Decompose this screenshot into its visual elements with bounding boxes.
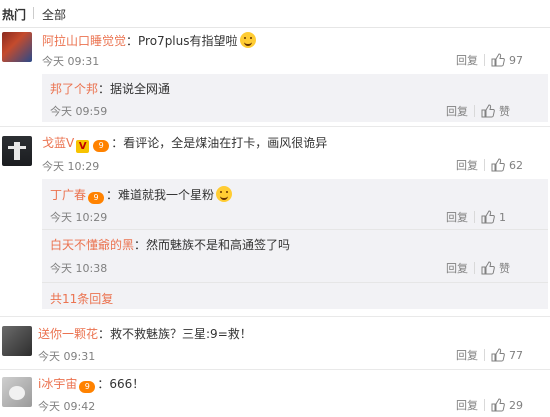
thumbs-up-icon[interactable] <box>481 261 495 275</box>
reply-time: 今天 10:38 <box>50 262 108 275</box>
tab-divider <box>33 7 34 19</box>
reply-divider <box>42 282 548 283</box>
comment-actions: 回复 29 <box>456 397 523 413</box>
reply-button[interactable]: 回复 <box>456 52 478 68</box>
fan-badge: 9 <box>93 140 110 152</box>
action-divider <box>474 105 475 117</box>
comment-username[interactable]: 送你一颗花 <box>38 327 98 341</box>
thumbs-up-icon[interactable] <box>491 53 505 67</box>
like-count[interactable]: 62 <box>509 159 523 172</box>
fan-badge: 9 <box>79 381 96 393</box>
comment-text: ：看评论，全是煤油在打卡，画风很诡异 <box>111 136 328 150</box>
action-divider <box>484 54 485 66</box>
reply-button[interactable]: 回复 <box>456 347 478 363</box>
reply-line: 白天不懂爺的黑：然而魅族不是和高通签了吗 <box>50 237 290 253</box>
action-divider <box>474 211 475 223</box>
reply-button[interactable]: 回复 <box>446 103 468 119</box>
reply-actions: 回复 1 <box>446 209 506 225</box>
reply-button[interactable]: 回复 <box>446 209 468 225</box>
thumbs-up-icon[interactable] <box>491 398 505 412</box>
reply-text: ：难道就我一个星粉 <box>106 188 215 202</box>
comment-time: 今天 09:42 <box>38 400 96 413</box>
reply-time: 今天 10:29 <box>50 211 108 224</box>
tab-hot[interactable]: 热门 <box>2 6 26 23</box>
comment-line: 送你一颗花：救不救魅族？三星:9=救！ <box>38 326 252 342</box>
action-divider <box>484 399 485 411</box>
tab-all[interactable]: 全部 <box>42 6 66 23</box>
like-label[interactable]: 赞 <box>499 260 510 276</box>
reply-text: ：据说全网通 <box>98 82 171 96</box>
verified-badge: V <box>76 140 90 153</box>
reply-button[interactable]: 回复 <box>456 397 478 413</box>
avatar[interactable] <box>2 326 32 356</box>
action-divider <box>474 262 475 274</box>
like-count[interactable]: 29 <box>509 399 523 412</box>
like-label[interactable]: 赞 <box>499 103 510 119</box>
comment-time: 今天 09:31 <box>42 55 100 68</box>
like-count[interactable]: 77 <box>509 349 523 362</box>
comment-tabs: 热门 全部 <box>0 0 550 28</box>
grin-emoji-icon <box>239 32 256 48</box>
row-divider <box>0 369 550 370</box>
reply-text: ：然而魅族不是和高通签了吗 <box>134 238 291 252</box>
reply-button[interactable]: 回复 <box>456 157 478 173</box>
reply-username[interactable]: 丁广春 <box>50 188 86 202</box>
fan-badge: 9 <box>88 192 105 204</box>
row-divider <box>0 316 550 317</box>
comment-actions: 回复 62 <box>456 157 523 173</box>
like-count[interactable]: 1 <box>499 211 506 224</box>
avatar[interactable] <box>2 136 32 166</box>
comment-text: ：Pro7plus有指望啦 <box>126 34 238 48</box>
comment-text: ：救不救魅族？三星:9=救！ <box>98 327 252 341</box>
reply-line: 丁广春 9 ：难道就我一个星粉 <box>50 186 233 204</box>
avatar[interactable] <box>2 32 32 62</box>
comment-username[interactable]: 戈蓝V <box>42 136 74 150</box>
reply-button[interactable]: 回复 <box>446 260 468 276</box>
comment-line: 戈蓝V V 9 ：看评论，全是煤油在打卡，画风很诡异 <box>42 135 327 153</box>
reply-actions: 回复 赞 <box>446 103 510 119</box>
comment-time: 今天 09:31 <box>38 350 96 363</box>
comment-username[interactable]: i冰宇宙 <box>38 377 77 391</box>
thumbs-up-icon[interactable] <box>491 348 505 362</box>
reply-line: 邦了个邦：据说全网通 <box>50 81 170 97</box>
like-count[interactable]: 97 <box>509 54 523 67</box>
comment-line: 阿拉山口睡觉觉：Pro7plus有指望啦 <box>42 32 256 49</box>
reply-username[interactable]: 邦了个邦 <box>50 82 98 96</box>
avatar[interactable] <box>2 377 32 407</box>
thumbs-up-icon[interactable] <box>481 210 495 224</box>
reply-time: 今天 09:59 <box>50 105 108 118</box>
comment-line: i冰宇宙 9 ：666！ <box>38 376 144 393</box>
grin-emoji-icon <box>216 186 233 202</box>
action-divider <box>484 159 485 171</box>
reply-actions: 回复 赞 <box>446 260 510 276</box>
comment-text: ：666！ <box>97 377 145 391</box>
row-divider <box>0 126 550 127</box>
comment-actions: 回复 77 <box>456 347 523 363</box>
action-divider <box>484 349 485 361</box>
comment-time: 今天 10:29 <box>42 160 100 173</box>
comment-username[interactable]: 阿拉山口睡觉觉 <box>42 34 126 48</box>
view-all-replies-link[interactable]: 共11条回复 <box>50 290 113 307</box>
reply-username[interactable]: 白天不懂爺的黑 <box>50 238 134 252</box>
comment-actions: 回复 97 <box>456 52 523 68</box>
reply-divider <box>42 229 548 230</box>
thumbs-up-icon[interactable] <box>481 104 495 118</box>
thumbs-up-icon[interactable] <box>491 158 505 172</box>
